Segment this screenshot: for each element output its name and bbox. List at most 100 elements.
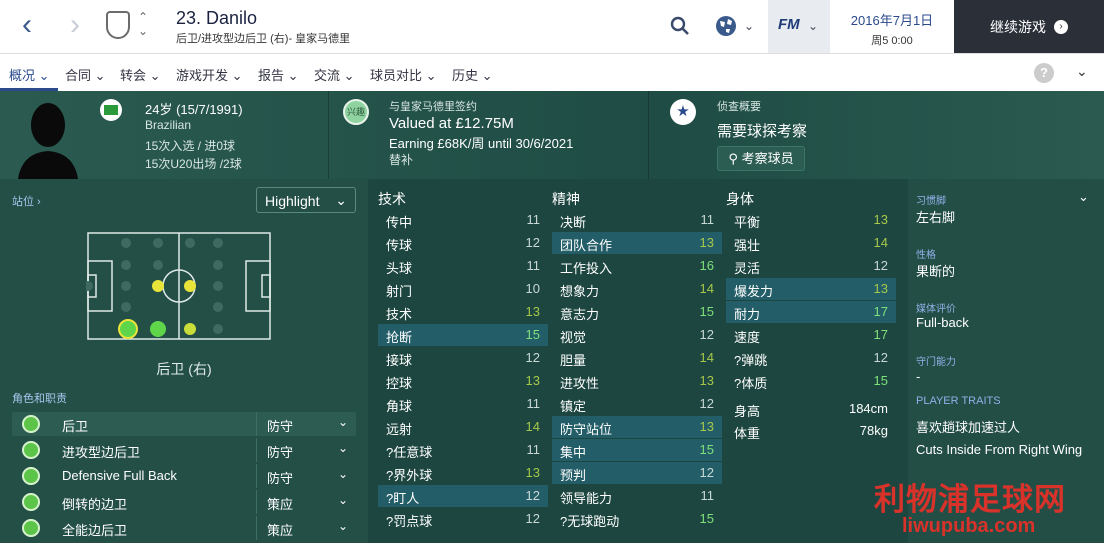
attribute-row[interactable]: 平衡 13 (726, 209, 896, 231)
attribute-name: 团队合作 (560, 238, 613, 253)
attribute-row[interactable]: 团队合作 13 (552, 232, 722, 254)
attribute-name: 镇定 (560, 399, 587, 414)
fm-menu[interactable]: FM ⌄ (768, 0, 830, 53)
attribute-row[interactable]: 视觉 12 (552, 324, 722, 346)
attribute-value: 15 (699, 442, 714, 457)
attribute-row[interactable]: ?任意球 11 (378, 439, 548, 461)
attribute-row[interactable]: 速度 17 (726, 324, 896, 346)
attribute-row[interactable]: 爆发力 13 (726, 278, 896, 300)
duty-select[interactable]: 策应 ⌄ (256, 490, 356, 514)
attribute-name: 工作投入 (560, 261, 613, 276)
tab-compare[interactable]: 球员对比 ⌄ (370, 65, 437, 84)
personality-label: 性格 (916, 250, 936, 261)
attribute-row[interactable]: 头球 11 (378, 255, 548, 277)
attribute-row[interactable]: 工作投入 16 (552, 255, 722, 277)
attribute-row[interactable]: ?弹跳 12 (726, 347, 896, 369)
globe-icon[interactable] (714, 14, 738, 38)
attribute-row[interactable]: ?罚点球 12 (378, 508, 548, 530)
collapse-chevron-icon[interactable]: ⌄ (1078, 189, 1089, 205)
attribute-row[interactable]: 防守站位 13 (552, 416, 722, 438)
attribute-name: 传球 (386, 238, 413, 253)
tab-overview[interactable]: 概况 ⌄ (9, 65, 50, 84)
attribute-row[interactable]: 耐力 17 (726, 301, 896, 323)
attribute-name: ?界外球 (386, 468, 433, 483)
help-icon[interactable]: ? (1034, 63, 1054, 83)
star-icon: ★ (670, 99, 696, 125)
tabs-chevron-down-icon[interactable]: ⌄ (1076, 63, 1088, 80)
duty-select[interactable]: 防守 ⌄ (256, 412, 356, 436)
attribute-row[interactable]: 强壮 14 (726, 232, 896, 254)
attribute-row[interactable]: 进攻性 13 (552, 370, 722, 392)
weight-label: 体重 (734, 426, 761, 441)
attribute-row[interactable]: 控球 13 (378, 370, 548, 392)
watermark: 利物浦足球网 liwupuba.com (860, 470, 1104, 543)
attribute-name: 角球 (386, 399, 413, 414)
attribute-row[interactable]: 灵活 12 (726, 255, 896, 277)
attribute-row[interactable]: ?无球跑动 15 (552, 508, 722, 530)
chevron-down-icon: ⌄ (335, 192, 347, 208)
attribute-value: 12 (525, 350, 540, 365)
duty-select[interactable]: 防守 ⌄ (256, 438, 356, 462)
attribute-row[interactable]: ?盯人 12 (378, 485, 548, 507)
physical-title: 身体 (726, 191, 754, 207)
tab-development[interactable]: 游戏开发 ⌄ (176, 65, 243, 84)
forward-arrow-icon[interactable]: › (70, 10, 80, 40)
tab-transfer[interactable]: 转会 ⌄ (120, 65, 161, 84)
tab-interaction[interactable]: 交流 ⌄ (314, 65, 355, 84)
attribute-row[interactable]: 抢断 15 (378, 324, 548, 346)
attribute-row[interactable]: 想象力 14 (552, 278, 722, 300)
attribute-value: 13 (873, 281, 888, 296)
search-icon[interactable] (668, 14, 692, 38)
attribute-row[interactable]: 传球 12 (378, 232, 548, 254)
tab-bar: 概况 ⌄ 合同 ⌄ 转会 ⌄ 游戏开发 ⌄ 报告 ⌄ 交流 ⌄ 球员对比 ⌄ 历… (0, 53, 1104, 91)
role-row[interactable]: Defensive Full Back 防守 ⌄ (12, 464, 356, 488)
date-display[interactable]: 2016年7月1日 周5 0:00 (832, 0, 952, 53)
attribute-row[interactable]: 射门 10 (378, 278, 548, 300)
globe-chevron-down-icon[interactable]: ⌄ (744, 19, 754, 33)
divider (328, 91, 329, 179)
attribute-name: 射门 (386, 284, 413, 299)
attribute-row[interactable]: 传中 11 (378, 209, 548, 231)
attribute-value: 13 (873, 212, 888, 227)
attribute-row[interactable]: 集中 15 (552, 439, 722, 461)
watermark-url: liwupuba.com (902, 515, 1036, 537)
highlight-dropdown[interactable]: Highlight ⌄ (256, 187, 356, 213)
attribute-row[interactable]: 领导能力 11 (552, 485, 722, 507)
attribute-name: 抢断 (386, 330, 413, 345)
duty-select[interactable]: 防守 ⌄ (256, 464, 356, 488)
trait-item: Cuts Inside From Right Wing (916, 442, 1083, 457)
attribute-value: 14 (873, 235, 888, 250)
chevron-down-icon: ⌄ (337, 493, 348, 507)
tab-contract[interactable]: 合同 ⌄ (65, 65, 106, 84)
attribute-value: 14 (699, 350, 714, 365)
tab-reports[interactable]: 报告 ⌄ (258, 65, 299, 84)
top-bar: ‹ › ⌃ ⌄ 23. Danilo 后卫/进攻型边后卫 (右)- 皇家马德里 ⌄… (0, 0, 1104, 53)
weight-value: 78kg (859, 423, 888, 438)
position-link[interactable]: 站位 › (12, 193, 41, 209)
attribute-row[interactable]: 镇定 12 (552, 393, 722, 415)
role-row[interactable]: 倒转的边卫 策应 ⌄ (12, 490, 356, 514)
attribute-row[interactable]: 决断 11 (552, 209, 722, 231)
continue-game-button[interactable]: 继续游戏 › (954, 0, 1104, 53)
attribute-row[interactable]: 技术 13 (378, 301, 548, 323)
attribute-row[interactable]: 远射 14 (378, 416, 548, 438)
attribute-name: 控球 (386, 376, 413, 391)
attribute-row[interactable]: ?界外球 13 (378, 462, 548, 484)
role-row[interactable]: 进攻型边后卫 防守 ⌄ (12, 438, 356, 462)
role-row[interactable]: 后卫 防守 ⌄ (12, 412, 356, 436)
attribute-row[interactable]: 预判 12 (552, 462, 722, 484)
attribute-row[interactable]: 意志力 15 (552, 301, 722, 323)
tab-history[interactable]: 历史 ⌄ (452, 65, 493, 84)
role-row[interactable]: 全能边后卫 策应 ⌄ (12, 516, 356, 540)
attribute-row[interactable]: ?体质 15 (726, 370, 896, 392)
scout-player-button[interactable]: ⚲ 考察球员 (717, 146, 805, 171)
player-switch-arrows-icon[interactable]: ⌃ ⌄ (138, 10, 148, 38)
attribute-row[interactable]: 胆量 14 (552, 347, 722, 369)
duty-select[interactable]: 策应 ⌄ (256, 516, 356, 540)
attribute-row[interactable]: 角球 11 (378, 393, 548, 415)
attribute-row[interactable]: 接球 12 (378, 347, 548, 369)
attribute-value: 12 (699, 465, 714, 480)
player-header: 24岁 (15/7/1991) Brazilian 15次入选 / 进0球 15… (0, 91, 1104, 179)
back-arrow-icon[interactable]: ‹ (22, 10, 32, 40)
attribute-name: ?无球跑动 (560, 514, 620, 529)
